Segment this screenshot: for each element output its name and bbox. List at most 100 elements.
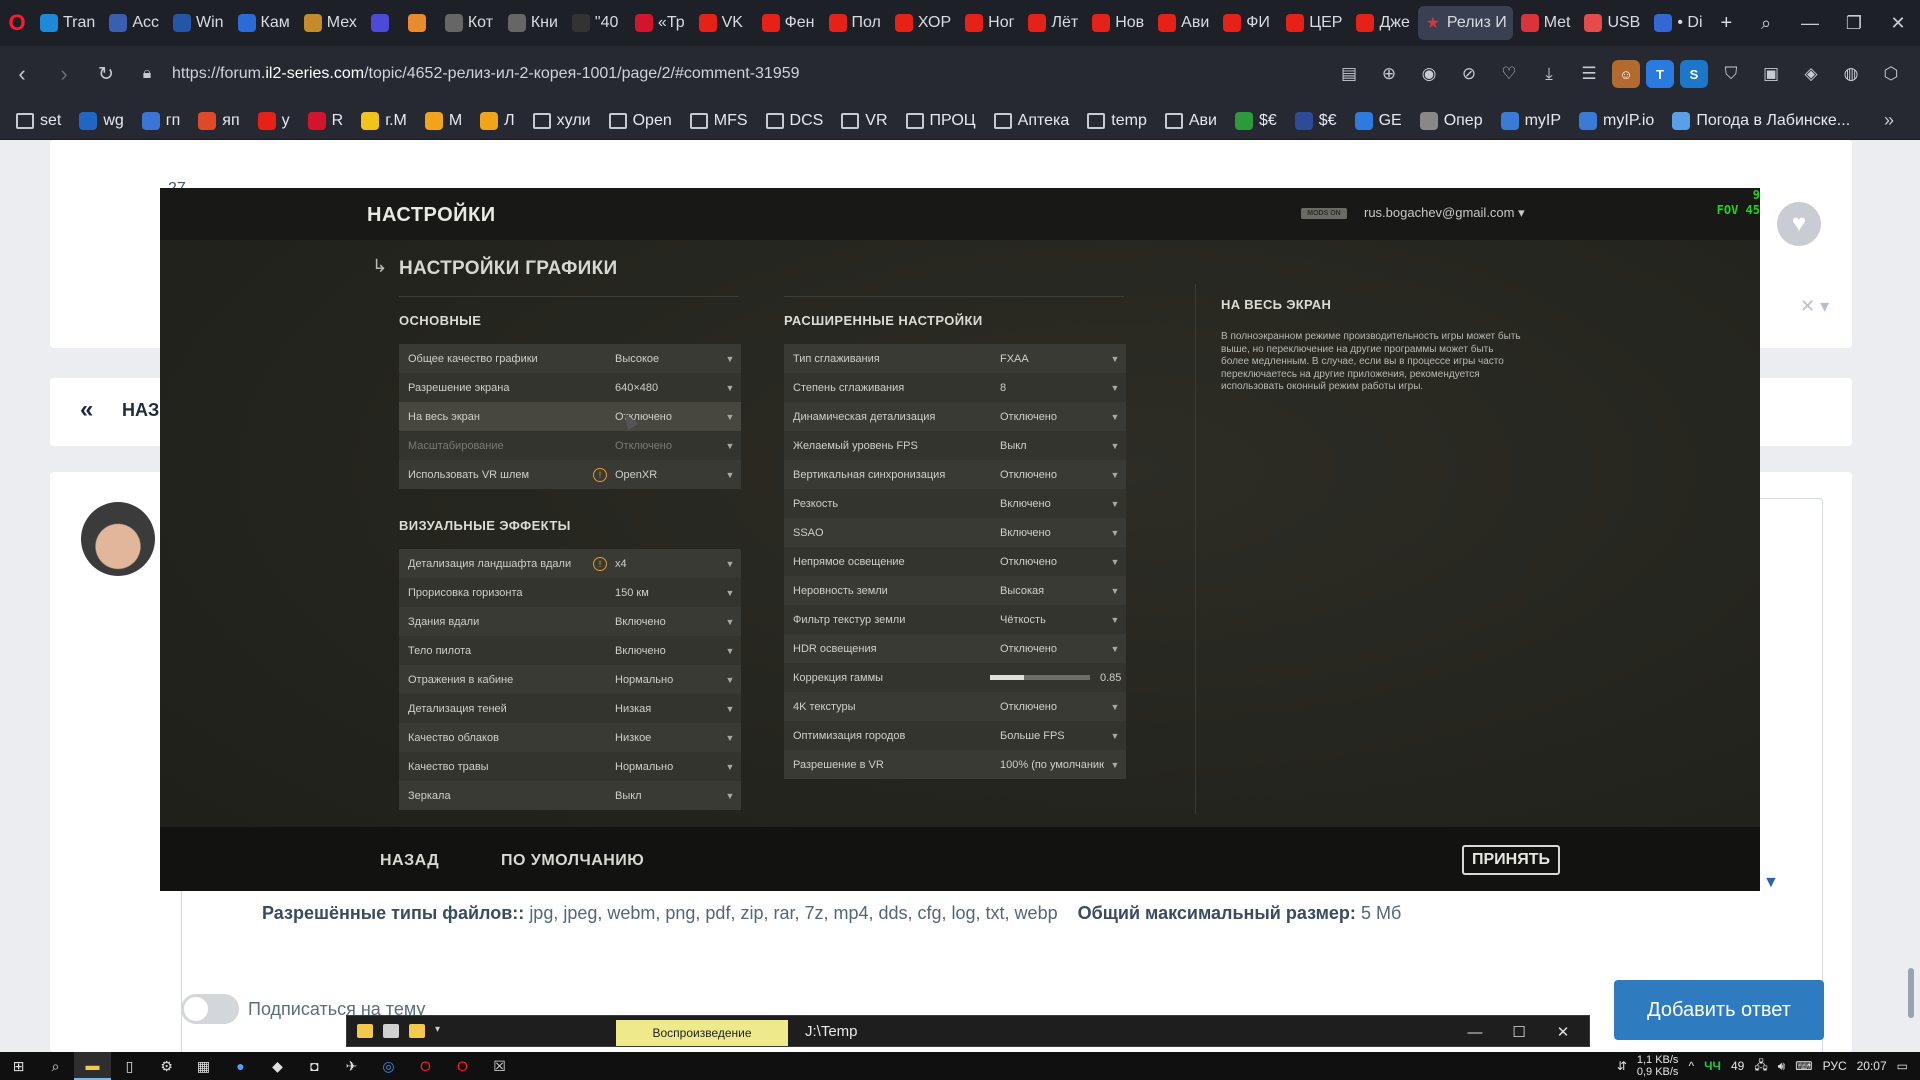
ublock-extension-icon[interactable]: ◈: [1794, 57, 1828, 91]
browser-tab[interactable]: Нов: [1086, 6, 1150, 40]
setting-row[interactable]: Масштабирование Отключено ▼: [399, 431, 741, 460]
gamma-slider[interactable]: [990, 675, 1090, 680]
bookmark-item[interactable]: Л: [480, 111, 515, 130]
browser-tab[interactable]: Win: [167, 6, 230, 40]
chevron-down-icon[interactable]: ▼: [719, 762, 741, 772]
properties-icon[interactable]: [383, 1024, 399, 1038]
browser-tab[interactable]: ЦЕР: [1280, 6, 1348, 40]
setting-row[interactable]: Коррекция гаммы 0.85: [784, 663, 1126, 692]
warning-icon[interactable]: !: [593, 467, 607, 482]
setting-row[interactable]: Степень сглаживания 8 ▼: [784, 373, 1126, 402]
setting-row[interactable]: Оптимизация городов Больше FPS ▼: [784, 721, 1126, 750]
bookmark-item[interactable]: Опер: [1419, 111, 1483, 130]
bookmark-folder[interactable]: temp: [1087, 112, 1147, 130]
bookmark-folder[interactable]: хули: [532, 112, 591, 130]
setting-row[interactable]: Вертикальная синхронизация Отключено ▼: [784, 460, 1126, 489]
setting-row[interactable]: Непрямое освещение Отключено ▼: [784, 547, 1126, 576]
setting-row[interactable]: Тип сглаживания FXAA ▼: [784, 344, 1126, 373]
chevron-down-icon[interactable]: ▼: [1104, 586, 1126, 596]
chevron-down-icon[interactable]: ▼: [1104, 557, 1126, 567]
chevron-down-icon[interactable]: ▼: [1104, 499, 1126, 509]
opera-gx-taskbar-icon[interactable]: O: [444, 1052, 481, 1080]
bookmark-folder[interactable]: MFS: [689, 112, 748, 130]
reload-icon[interactable]: ↻: [86, 54, 126, 94]
setting-row[interactable]: SSAO Включено ▼: [784, 518, 1126, 547]
browser-tab[interactable]: Ави: [1152, 6, 1215, 40]
setting-row[interactable]: Качество облаков Низкое ▼: [399, 723, 741, 752]
game-back-button[interactable]: НАЗАД: [380, 852, 439, 870]
browser-tab[interactable]: Фен: [756, 6, 821, 40]
chevron-down-icon[interactable]: ▼: [1104, 383, 1126, 393]
setting-row[interactable]: Неровность земли Высокая ▼: [784, 576, 1126, 605]
opera-logo-icon[interactable]: O: [0, 0, 34, 46]
easy-setup-icon[interactable]: ☰: [1572, 57, 1606, 91]
url-field[interactable]: https://forum.il2-series.com/topic/4652-…: [172, 65, 800, 83]
chevron-down-icon[interactable]: ▼: [719, 559, 741, 569]
explorer-minimize-icon[interactable]: —: [1453, 1020, 1497, 1044]
new-folder-icon[interactable]: [409, 1024, 425, 1038]
browser-tab[interactable]: Кни: [502, 6, 564, 40]
setting-row[interactable]: Разрешение экрана 640×480 ▼: [399, 373, 741, 402]
chevron-down-icon[interactable]: ▼: [1104, 644, 1126, 654]
chevron-down-icon[interactable]: ▼: [719, 441, 741, 451]
bookmark-item[interactable]: myIP: [1500, 111, 1561, 130]
setting-row[interactable]: Зеркала Выкл ▼: [399, 781, 741, 810]
bookmark-folder[interactable]: set: [16, 112, 61, 130]
opera-taskbar-icon[interactable]: O: [407, 1052, 444, 1080]
lock-icon[interactable]: 🔒︎: [136, 65, 158, 83]
chevron-down-icon[interactable]: ▼: [719, 733, 741, 743]
setting-row[interactable]: На весь экран Отключено ▼: [399, 402, 741, 431]
minimize-icon[interactable]: —: [1788, 0, 1832, 46]
back-icon[interactable]: ‹: [2, 54, 42, 94]
browser-tab[interactable]: Мех: [298, 6, 363, 40]
chevron-down-icon[interactable]: ▼: [1104, 731, 1126, 741]
setting-row[interactable]: Детализация теней Низкая ▼: [399, 694, 741, 723]
quick-access-dropdown-icon[interactable]: ▾: [435, 1024, 451, 1038]
setting-row[interactable]: Резкость Включено ▼: [784, 489, 1126, 518]
game-settings-screenshot[interactable]: НАСТРОЙКИ MODS ON rus.bogachev@gmail.com…: [160, 188, 1760, 891]
setting-row[interactable]: Тело пилота Включено ▼: [399, 636, 741, 665]
chevron-down-icon[interactable]: ▼: [719, 646, 741, 656]
setting-row[interactable]: Отражения в кабине Нормально ▼: [399, 665, 741, 694]
bookmark-item[interactable]: у: [257, 111, 290, 130]
bookmark-item[interactable]: $€: [1234, 111, 1277, 130]
bookmark-item[interactable]: гп: [141, 111, 180, 130]
extensions-icon[interactable]: ⬡: [1874, 57, 1908, 91]
browser-tab[interactable]: ★ Релиз И: [1417, 6, 1513, 40]
bookmarks-overflow-icon[interactable]: »: [1884, 110, 1894, 131]
folder-icon[interactable]: [357, 1024, 373, 1038]
browser-tab[interactable]: • Di: [1648, 6, 1709, 40]
chevron-down-icon[interactable]: ▼: [719, 412, 741, 422]
chevron-down-icon[interactable]: ▼: [1104, 702, 1126, 712]
setting-row[interactable]: Использовать VR шлем! OpenXR ▼: [399, 460, 741, 489]
setting-row[interactable]: Прорисовка горизонта 150 км ▼: [399, 578, 741, 607]
browser-tab[interactable]: USB: [1578, 6, 1646, 40]
chevron-down-icon[interactable]: ▼: [719, 383, 741, 393]
setting-row[interactable]: Детализация ландшафта вдали! x4 ▼: [399, 549, 741, 578]
chevron-down-icon[interactable]: ▼: [1104, 412, 1126, 422]
setting-row[interactable]: Разрешение в VR 100% (по умолчанию) ▼: [784, 750, 1126, 779]
clock[interactable]: 20:07: [1857, 1059, 1887, 1073]
chevron-down-icon[interactable]: ▼: [719, 588, 741, 598]
network-icon[interactable]: 🖧︎: [1754, 1056, 1767, 1077]
profile-avatar-icon[interactable]: ☺: [1612, 60, 1640, 88]
add-reply-button[interactable]: Добавить ответ: [1614, 980, 1824, 1040]
game-default-button[interactable]: ПО УМОЛЧАНИЮ: [501, 852, 644, 870]
chevron-down-icon[interactable]: ▼: [719, 704, 741, 714]
vpn-extension-icon[interactable]: ◍: [1834, 57, 1868, 91]
close-chevron-icon[interactable]: ✕ ▾: [1800, 296, 1829, 317]
tray-arrow-icon[interactable]: ⇵: [1617, 1059, 1627, 1073]
browser-tab[interactable]: Дже: [1350, 6, 1415, 40]
tray-app-label[interactable]: ЧЧ: [1704, 1059, 1721, 1073]
chevron-down-icon[interactable]: ▼: [719, 354, 741, 364]
adblock-icon[interactable]: ⊘: [1452, 57, 1486, 91]
subscribe-toggle[interactable]: [181, 994, 239, 1024]
reader-icon[interactable]: ▤: [1332, 57, 1366, 91]
bookmark-item[interactable]: myIP.io: [1579, 111, 1654, 130]
dropdown-caret-icon[interactable]: ▼: [1763, 874, 1779, 892]
browser-tab[interactable]: Кот: [439, 6, 500, 40]
shield-extension-icon[interactable]: ⛉: [1714, 57, 1748, 91]
browser-tab[interactable]: Tran: [34, 6, 101, 40]
browser-tab[interactable]: VK: [693, 6, 754, 40]
chevron-down-icon[interactable]: ▼: [719, 675, 741, 685]
